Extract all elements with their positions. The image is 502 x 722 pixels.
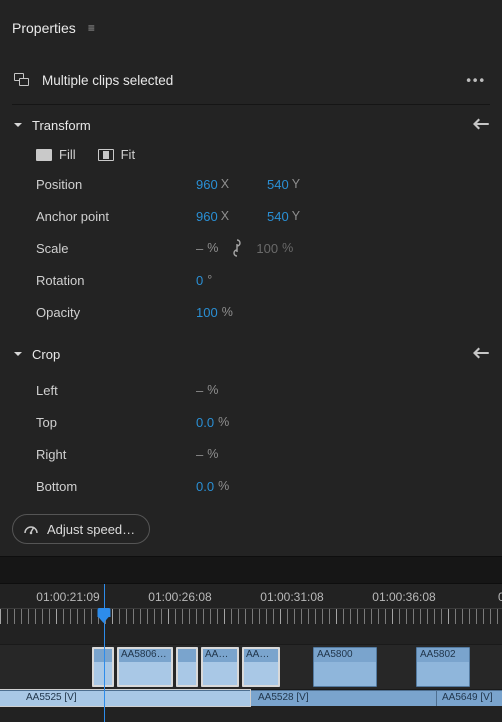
crop-bottom-unit: % [218, 479, 229, 493]
crop-right-unit: % [207, 447, 218, 461]
fill-label: Fill [59, 147, 76, 162]
clip-label: AA5528 [V] [258, 692, 309, 703]
timeline-clip[interactable]: AA… [242, 647, 280, 687]
multiple-clips-icon [14, 73, 30, 87]
position-x-axis: X [221, 177, 229, 191]
selection-row: Multiple clips selected ••• [0, 56, 502, 104]
scale-value[interactable]: – [196, 241, 203, 256]
timecode: 01:00:21:09 [36, 590, 99, 604]
timeline-clip[interactable]: AA5800 [313, 647, 377, 687]
timecode: 01:00:36:08 [372, 590, 435, 604]
timecode: 01:00:31:08 [260, 590, 323, 604]
rotation-value[interactable]: 0 [196, 273, 203, 288]
crop-top-label: Top [36, 415, 196, 430]
rotation-label: Rotation [36, 273, 196, 288]
fit-button[interactable]: Fit [98, 147, 135, 162]
time-ruler-ticks[interactable] [0, 608, 502, 624]
clip-label: AA5525 [V] [26, 692, 77, 703]
transform-title: Transform [32, 118, 91, 133]
crop-left-label: Left [36, 383, 196, 398]
time-ruler-labels: 01:00:21:09 01:00:26:08 01:00:31:08 01:0… [0, 584, 502, 608]
link-scale-icon[interactable] [230, 239, 244, 257]
crop-bottom-label: Bottom [36, 479, 196, 494]
anchor-y-axis: Y [292, 209, 300, 223]
timeline-clip[interactable] [176, 647, 198, 687]
adjust-speed-label: Adjust speed… [47, 522, 135, 537]
clip-label: AA5802 [417, 648, 469, 662]
scale-unit: % [207, 241, 218, 255]
clip-label [177, 648, 197, 662]
speedometer-icon [23, 521, 39, 537]
timeline-clip[interactable]: AA5802 [416, 647, 470, 687]
opacity-unit: % [222, 305, 233, 319]
fill-icon [36, 149, 52, 161]
clip-boundary [250, 691, 251, 706]
chevron-down-icon [12, 348, 24, 360]
timecode: 01: [498, 590, 502, 604]
scale-y-value: 100 [256, 241, 278, 256]
timeline[interactable]: 01:00:21:09 01:00:26:08 01:00:31:08 01:0… [0, 584, 502, 722]
clip-label: AA5649 [V] [442, 692, 493, 703]
clip-label: AA5806… [118, 648, 172, 662]
selection-label: Multiple clips selected [42, 73, 173, 88]
opacity-label: Opacity [36, 305, 196, 320]
timeline-clip[interactable] [92, 647, 114, 687]
crop-bottom-value[interactable]: 0.0 [196, 479, 214, 494]
reset-transform-icon[interactable] [472, 117, 490, 134]
clip-label: AA… [202, 648, 238, 662]
fit-icon [98, 149, 114, 161]
position-y-value[interactable]: 540 [267, 177, 289, 192]
fit-label: Fit [121, 147, 135, 162]
crop-section-toggle[interactable]: Crop [12, 334, 490, 374]
crop-left-value[interactable]: – [196, 383, 203, 398]
clip-label: AA… [243, 648, 279, 662]
playhead-line [104, 584, 105, 722]
fill-button[interactable]: Fill [36, 147, 76, 162]
position-y-axis: Y [292, 177, 300, 191]
scale-label: Scale [36, 241, 196, 256]
crop-title: Crop [32, 347, 60, 362]
anchor-x-axis: X [221, 209, 229, 223]
crop-left-unit: % [207, 383, 218, 397]
crop-right-label: Right [36, 447, 196, 462]
position-label: Position [36, 177, 196, 192]
panel-gap [0, 556, 502, 584]
scale-y-unit: % [282, 241, 293, 255]
chevron-down-icon [12, 119, 24, 131]
video-track-2-selection[interactable]: AA5525 [V] [0, 690, 250, 706]
timeline-clip[interactable]: AA5806… [117, 647, 173, 687]
more-options-icon[interactable]: ••• [466, 73, 486, 88]
rotation-unit: ° [207, 273, 212, 287]
crop-top-value[interactable]: 0.0 [196, 415, 214, 430]
clip-label [93, 648, 113, 662]
anchor-label: Anchor point [36, 209, 196, 224]
crop-top-unit: % [218, 415, 229, 429]
timeline-clip[interactable]: AA… [201, 647, 239, 687]
adjust-speed-button[interactable]: Adjust speed… [12, 514, 150, 544]
timecode: 01:00:26:08 [148, 590, 211, 604]
opacity-value[interactable]: 100 [196, 305, 218, 320]
panel-menu-icon[interactable]: ≡ [88, 21, 96, 35]
clip-boundary [436, 691, 437, 706]
clip-label: AA5800 [314, 648, 376, 662]
crop-right-value[interactable]: – [196, 447, 203, 462]
reset-crop-icon[interactable] [472, 346, 490, 363]
playhead-handle[interactable] [98, 608, 111, 624]
anchor-x-value[interactable]: 960 [196, 209, 218, 224]
anchor-y-value[interactable]: 540 [267, 209, 289, 224]
panel-title: Properties [12, 20, 76, 36]
position-x-value[interactable]: 960 [196, 177, 218, 192]
video-track-1[interactable]: AA5806… AA… AA… AA5800 AA5802 [0, 644, 502, 690]
transform-section-toggle[interactable]: Transform [12, 105, 490, 145]
